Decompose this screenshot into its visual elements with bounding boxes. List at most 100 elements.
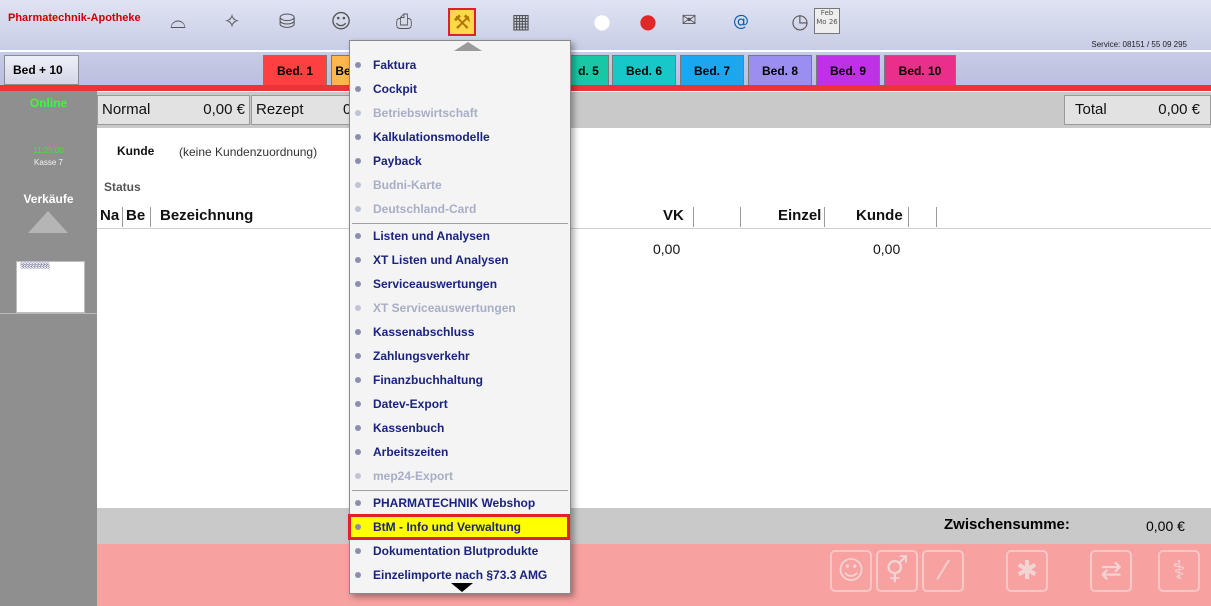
- divider: [0, 313, 97, 314]
- bullet-icon: [355, 547, 361, 554]
- column-divider: [122, 207, 123, 227]
- bullet-icon: [355, 61, 361, 68]
- subtotal-label: Zwischensumme:: [944, 516, 1070, 533]
- menu-item-label: PHARMATECHNIK Webshop: [373, 496, 536, 510]
- tab-bed-9[interactable]: Bed. 9: [816, 55, 880, 85]
- bullet-icon: [355, 472, 361, 479]
- people-icon[interactable]: ☺: [328, 8, 354, 34]
- clock-icon[interactable]: ◷: [787, 8, 813, 34]
- clock-time: 11:25:00: [33, 146, 64, 155]
- chat-icon[interactable]: ●: [635, 8, 661, 34]
- customer-value[interactable]: (keine Kundenzuordnung): [179, 145, 317, 159]
- column-divider: [908, 207, 909, 227]
- menu-item-arbeitszeiten[interactable]: Arbeitszeiten: [355, 441, 565, 463]
- cash-register-icon[interactable]: ▦: [508, 8, 534, 34]
- menu-item-listen-und-analysen[interactable]: Listen und Analysen: [355, 225, 565, 247]
- bullet-icon: [355, 181, 361, 188]
- normal-box[interactable]: Normal 0,00 €: [97, 95, 250, 125]
- column-na[interactable]: Na: [100, 206, 119, 226]
- bowl-icon[interactable]: ⌓: [165, 8, 191, 34]
- menu-item-label: Einzelimporte nach §73.3 AMG: [373, 568, 548, 582]
- gender-icon[interactable]: ⚥: [876, 550, 918, 592]
- menu-item-label: Listen und Analysen: [373, 229, 490, 243]
- menu-scroll-down-icon[interactable]: [451, 583, 473, 592]
- menu-item-payback[interactable]: Payback: [355, 150, 565, 172]
- menu-item-kassenabschluss[interactable]: Kassenabschluss: [355, 321, 565, 343]
- column-einzel[interactable]: Einzel: [778, 206, 821, 226]
- column-vk[interactable]: VK: [663, 206, 684, 226]
- medication-swap-icon[interactable]: ⇄: [1090, 550, 1132, 592]
- bullet-icon: [355, 571, 361, 578]
- scroll-up-arrow-icon[interactable]: [28, 211, 68, 233]
- top-toolbar: Pharmatechnik-Apotheke ⌓ ✧ ⛁ ☺ ⎙ ⚒ ▦ ● ●…: [0, 0, 1211, 50]
- menu-scroll-up-icon[interactable]: [454, 42, 482, 51]
- menu-item-deutschland-card: Deutschland-Card: [355, 198, 565, 220]
- payback-icon[interactable]: ●: [589, 8, 615, 34]
- column-be[interactable]: Be: [126, 206, 145, 226]
- tab-bed-8[interactable]: Bed. 8: [748, 55, 812, 85]
- customer-label: Kunde: [117, 144, 155, 158]
- bullet-icon: [355, 424, 361, 431]
- menu-item-xt-listen-und-analysen[interactable]: XT Listen und Analysen: [355, 249, 565, 271]
- bed-plus-button[interactable]: Bed + 10: [4, 55, 79, 85]
- menu-item-label: Kassenbuch: [373, 421, 445, 435]
- menu-item-kassenbuch[interactable]: Kassenbuch: [355, 417, 565, 439]
- menu-item-label: Betriebswirtschaft: [373, 106, 478, 120]
- menu-item-betriebswirtschaft: Betriebswirtschaft: [355, 102, 565, 124]
- menu-item-pharmatechnik-webshop[interactable]: PHARMATECHNIK Webshop: [355, 492, 565, 514]
- total-box[interactable]: Total 0,00 €: [1064, 95, 1211, 125]
- bullet-icon: [355, 157, 361, 164]
- column-divider: [693, 207, 694, 227]
- rezept-box[interactable]: Rezept 0: [251, 95, 361, 125]
- tab-bed-6[interactable]: Bed. 6: [612, 55, 676, 85]
- menu-item-label: Datev-Export: [373, 397, 448, 411]
- column-divider: [740, 207, 741, 227]
- column-kunde[interactable]: Kunde: [856, 206, 903, 226]
- tab-bed-10[interactable]: Bed. 10: [884, 55, 956, 85]
- menu-item-label: Zahlungsverkehr: [373, 349, 470, 363]
- column-bezeichnung[interactable]: Bezeichnung: [160, 206, 253, 226]
- menu-item-serviceauswertungen[interactable]: Serviceauswertungen: [355, 273, 565, 295]
- mail-icon[interactable]: ✉: [676, 8, 702, 34]
- menu-item-dokumentation-blutprodukte[interactable]: Dokumentation Blutprodukte: [355, 540, 565, 562]
- bullet-icon: [355, 232, 361, 239]
- menu-item-btm-info-und-verwaltung[interactable]: BtM - Info und Verwaltung: [348, 514, 570, 540]
- menu-item-label: Budni-Karte: [373, 178, 442, 192]
- menu-item-label: Faktura: [373, 58, 417, 72]
- menu-item-cockpit[interactable]: Cockpit: [355, 78, 565, 100]
- handshake-icon[interactable]: ✧: [219, 8, 245, 34]
- left-panel: [0, 91, 97, 606]
- menu-item-label: Finanzbuchhaltung: [373, 373, 483, 387]
- bullet-icon: [355, 280, 361, 287]
- calendar-icon[interactable]: Feb Mo 26: [814, 8, 840, 34]
- thermometer-icon[interactable]: ⁄: [922, 550, 964, 592]
- bag-icon[interactable]: ⛁: [274, 8, 300, 34]
- rezept-label: Rezept: [256, 101, 304, 118]
- bullet-icon: [355, 85, 361, 92]
- menu-item-faktura[interactable]: Faktura: [355, 54, 565, 76]
- kunde-total-value: 0,00: [873, 241, 901, 257]
- bullet-icon: [355, 376, 361, 383]
- at-icon[interactable]: @: [728, 8, 754, 34]
- menu-item-finanzbuchhaltung[interactable]: Finanzbuchhaltung: [355, 369, 565, 391]
- dandelion-icon[interactable]: ✱: [1006, 550, 1048, 592]
- tools-menu-icon[interactable]: ⚒: [448, 8, 476, 36]
- menu-item-label: Arbeitszeiten: [373, 445, 449, 459]
- menu-item-label: mep24-Export: [373, 469, 454, 483]
- child-icon[interactable]: ☺: [830, 550, 872, 592]
- menu-item-datev-export[interactable]: Datev-Export: [355, 393, 565, 415]
- tab-bed-5[interactable]: d. 5: [568, 55, 609, 85]
- menu-item-zahlungsverkehr[interactable]: Zahlungsverkehr: [355, 345, 565, 367]
- total-label: Total: [1075, 101, 1107, 118]
- tab-bed-7[interactable]: Bed. 7: [680, 55, 744, 85]
- bullet-icon: [355, 133, 361, 140]
- printer-icon[interactable]: ⎙: [391, 8, 417, 34]
- tab-bed-1[interactable]: Bed. 1: [263, 55, 327, 85]
- bullet-icon: [355, 523, 361, 530]
- bullet-icon: [355, 304, 361, 311]
- normal-value: 0,00 €: [203, 101, 245, 118]
- pharmacy-icon[interactable]: ⚕: [1158, 550, 1200, 592]
- menu-item-label: Kassenabschluss: [373, 325, 475, 339]
- active-tab-strip: [0, 85, 1211, 91]
- menu-item-kalkulationsmodelle[interactable]: Kalkulationsmodelle: [355, 126, 565, 148]
